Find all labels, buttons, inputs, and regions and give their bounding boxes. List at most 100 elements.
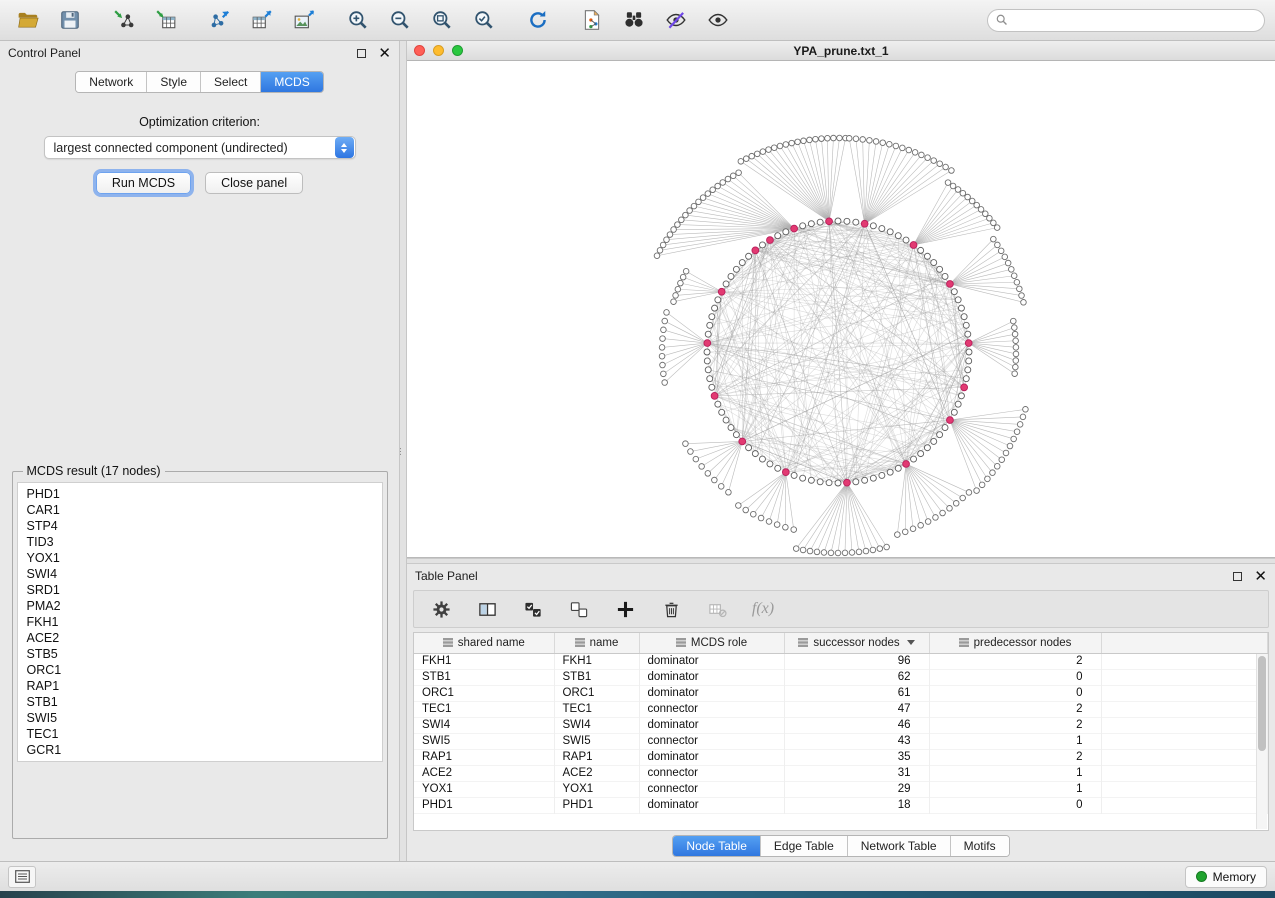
table-row[interactable]: YOX1YOX1connector291 — [414, 781, 1268, 797]
delete-row-button[interactable] — [658, 596, 684, 622]
vertical-splitter[interactable]: … — [400, 41, 407, 861]
cell-predecessor-nodes[interactable]: 2 — [929, 717, 1101, 733]
cell-shared-name[interactable]: SWI5 — [414, 733, 554, 749]
cell-shared-name[interactable]: SWI4 — [414, 717, 554, 733]
cell-successor-nodes[interactable]: 18 — [784, 797, 929, 813]
run-mcds-button[interactable]: Run MCDS — [96, 172, 191, 194]
cell-mcds-role[interactable]: dominator — [639, 797, 784, 813]
table-row[interactable]: ORC1ORC1dominator610 — [414, 685, 1268, 701]
cell-mcds-role[interactable]: dominator — [639, 717, 784, 733]
cell-name[interactable]: SWI4 — [554, 717, 639, 733]
cell-successor-nodes[interactable]: 62 — [784, 669, 929, 685]
tab-mcds[interactable]: MCDS — [261, 72, 322, 92]
tab-edge-table[interactable]: Edge Table — [761, 836, 848, 856]
tab-node-table[interactable]: Node Table — [673, 836, 761, 856]
cell-mcds-role[interactable]: connector — [639, 701, 784, 717]
cell-mcds-role[interactable]: dominator — [639, 685, 784, 701]
tab-motifs[interactable]: Motifs — [951, 836, 1009, 856]
float-table-panel-icon[interactable] — [1233, 572, 1242, 581]
clear-table-button-disabled[interactable] — [704, 596, 730, 622]
cell-predecessor-nodes[interactable]: 1 — [929, 765, 1101, 781]
scrollbar-thumb[interactable] — [1258, 656, 1266, 751]
cell-name[interactable]: YOX1 — [554, 781, 639, 797]
mcds-result-item[interactable]: ORC1 — [18, 662, 382, 678]
table-settings-button[interactable] — [428, 596, 454, 622]
cell-name[interactable]: FKH1 — [554, 653, 639, 669]
window-close-icon[interactable] — [414, 45, 425, 56]
cell-name[interactable]: RAP1 — [554, 749, 639, 765]
mcds-result-item[interactable]: RAP1 — [18, 678, 382, 694]
cell-name[interactable]: ACE2 — [554, 765, 639, 781]
cell-mcds-role[interactable]: connector — [639, 733, 784, 749]
column-header-successor-nodes[interactable]: successor nodes — [784, 633, 929, 653]
table-row[interactable]: RAP1RAP1dominator352 — [414, 749, 1268, 765]
window-maximize-icon[interactable] — [452, 45, 463, 56]
tab-select[interactable]: Select — [201, 72, 261, 92]
export-network-button[interactable] — [202, 4, 238, 36]
show-graphics-details-button[interactable] — [700, 4, 736, 36]
mcds-result-item[interactable]: PHD1 — [18, 486, 382, 502]
cell-successor-nodes[interactable]: 29 — [784, 781, 929, 797]
cell-successor-nodes[interactable]: 47 — [784, 701, 929, 717]
mcds-result-item[interactable]: TEC1 — [18, 726, 382, 742]
mcds-result-item[interactable]: GCR1 — [18, 742, 382, 758]
zoom-fit-button[interactable] — [424, 4, 460, 36]
cell-predecessor-nodes[interactable]: 1 — [929, 781, 1101, 797]
cell-predecessor-nodes[interactable]: 2 — [929, 653, 1101, 669]
cell-predecessor-nodes[interactable]: 1 — [929, 733, 1101, 749]
cell-shared-name[interactable]: ORC1 — [414, 685, 554, 701]
mcds-result-item[interactable]: SRD1 — [18, 582, 382, 598]
cell-name[interactable]: PHD1 — [554, 797, 639, 813]
cell-successor-nodes[interactable]: 31 — [784, 765, 929, 781]
cell-mcds-role[interactable]: dominator — [639, 669, 784, 685]
mcds-result-item[interactable]: CAR1 — [18, 502, 382, 518]
cell-predecessor-nodes[interactable]: 2 — [929, 749, 1101, 765]
cell-shared-name[interactable]: ACE2 — [414, 765, 554, 781]
mcds-result-item[interactable]: SWI4 — [18, 566, 382, 582]
cell-shared-name[interactable]: FKH1 — [414, 653, 554, 669]
cell-shared-name[interactable]: PHD1 — [414, 797, 554, 813]
float-panel-icon[interactable] — [357, 49, 366, 58]
close-panel-icon[interactable]: ✕ — [378, 46, 391, 61]
cell-name[interactable]: TEC1 — [554, 701, 639, 717]
cell-predecessor-nodes[interactable]: 0 — [929, 669, 1101, 685]
export-table-button[interactable] — [244, 4, 280, 36]
zoom-in-button[interactable] — [340, 4, 376, 36]
export-image-button[interactable] — [286, 4, 322, 36]
tab-network-table[interactable]: Network Table — [848, 836, 951, 856]
function-builder-button[interactable]: f(x) — [750, 596, 776, 622]
show-panels-button[interactable] — [8, 866, 36, 888]
open-network-in-browser-button[interactable] — [574, 4, 610, 36]
mcds-result-item[interactable]: SWI5 — [18, 710, 382, 726]
table-row[interactable]: SWI5SWI5connector431 — [414, 733, 1268, 749]
close-table-panel-icon[interactable]: ✕ — [1254, 569, 1267, 584]
find-button[interactable] — [616, 4, 652, 36]
mcds-result-item[interactable]: YOX1 — [18, 550, 382, 566]
optimization-criterion-dropdown[interactable]: largest connected component (undirected) — [44, 136, 356, 159]
tab-style[interactable]: Style — [147, 72, 201, 92]
mcds-result-item[interactable]: STP4 — [18, 518, 382, 534]
column-header-predecessor-nodes[interactable]: predecessor nodes — [929, 633, 1101, 653]
mcds-result-item[interactable]: FKH1 — [18, 614, 382, 630]
show-columns-button[interactable] — [474, 596, 500, 622]
cell-name[interactable]: STB1 — [554, 669, 639, 685]
close-mcds-panel-button[interactable]: Close panel — [205, 172, 303, 194]
network-canvas[interactable] — [407, 61, 1275, 557]
cell-mcds-role[interactable]: dominator — [639, 653, 784, 669]
table-row[interactable]: ACE2ACE2connector311 — [414, 765, 1268, 781]
add-row-button[interactable] — [612, 596, 638, 622]
table-scrollbar[interactable] — [1256, 654, 1267, 829]
import-network-button[interactable] — [106, 4, 142, 36]
zoom-selected-button[interactable] — [466, 4, 502, 36]
cell-mcds-role[interactable]: connector — [639, 781, 784, 797]
cell-successor-nodes[interactable]: 46 — [784, 717, 929, 733]
cell-predecessor-nodes[interactable]: 2 — [929, 701, 1101, 717]
mcds-result-list[interactable]: PHD1CAR1STP4TID3YOX1SWI4SRD1PMA2FKH1ACE2… — [17, 482, 383, 762]
mcds-result-item[interactable]: STB5 — [18, 646, 382, 662]
cell-successor-nodes[interactable]: 43 — [784, 733, 929, 749]
hide-graphics-details-button[interactable] — [658, 4, 694, 36]
column-header-name[interactable]: name — [554, 633, 639, 653]
cell-mcds-role[interactable]: connector — [639, 765, 784, 781]
table-row[interactable]: FKH1FKH1dominator962 — [414, 653, 1268, 669]
cell-successor-nodes[interactable]: 96 — [784, 653, 929, 669]
